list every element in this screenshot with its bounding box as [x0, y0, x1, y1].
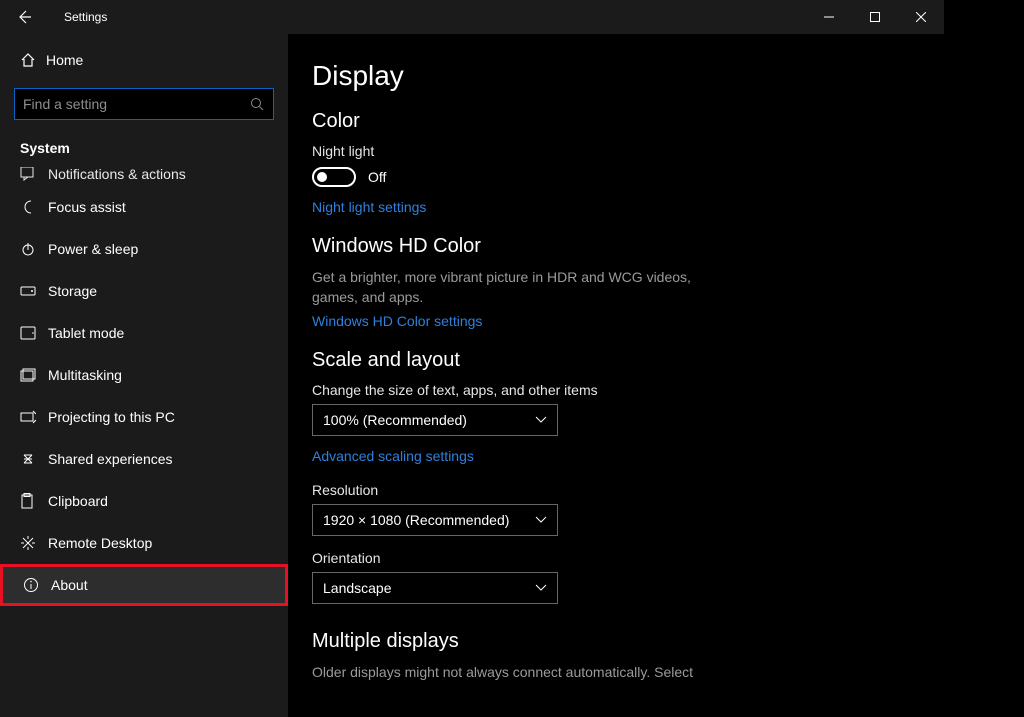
shared-icon: [20, 451, 48, 467]
notifications-icon: [20, 167, 48, 181]
sidebar-item-label: Notifications & actions: [48, 166, 186, 182]
arrow-left-icon: [16, 9, 32, 25]
night-light-settings-link[interactable]: Night light settings: [312, 199, 426, 215]
search-input[interactable]: [14, 88, 274, 120]
search-icon: [250, 97, 264, 111]
chevron-down-icon: [535, 516, 547, 524]
sidebar-item-clipboard[interactable]: Clipboard: [0, 480, 288, 522]
sidebar-item-tablet-mode[interactable]: Tablet mode: [0, 312, 288, 354]
content-area: Display Color Night light Off Night ligh…: [288, 34, 944, 717]
multi-desc: Older displays might not always connect …: [312, 663, 712, 683]
hdcolor-settings-link[interactable]: Windows HD Color settings: [312, 313, 482, 329]
section-multi-heading: Multiple displays: [312, 630, 920, 653]
section-scale-heading: Scale and layout: [312, 349, 920, 372]
sidebar-item-label: Remote Desktop: [48, 535, 152, 551]
text-size-select[interactable]: 100% (Recommended): [312, 404, 558, 436]
sidebar-item-label: Tablet mode: [48, 325, 124, 341]
sidebar-item-label: Storage: [48, 283, 97, 299]
text-size-value: 100% (Recommended): [323, 412, 467, 428]
maximize-button[interactable]: [852, 0, 898, 34]
toggle-knob: [317, 172, 327, 182]
sidebar: Home System Notifications & actions: [0, 34, 288, 717]
sidebar-item-storage[interactable]: Storage: [0, 270, 288, 312]
window-title: Settings: [50, 10, 107, 24]
clipboard-icon: [20, 493, 48, 509]
titlebar: Settings: [0, 0, 944, 34]
maximize-icon: [870, 12, 880, 22]
orientation-label: Orientation: [312, 550, 920, 566]
night-light-label: Night light: [312, 143, 920, 159]
sidebar-item-shared-experiences[interactable]: Shared experiences: [0, 438, 288, 480]
sidebar-item-notifications[interactable]: Notifications & actions: [0, 162, 288, 186]
close-button[interactable]: [898, 0, 944, 34]
multitasking-icon: [20, 368, 48, 382]
section-color-heading: Color: [312, 110, 920, 133]
sidebar-item-about[interactable]: About: [0, 564, 288, 606]
sidebar-category-label: System: [0, 124, 288, 162]
resolution-value: 1920 × 1080 (Recommended): [323, 512, 509, 528]
sidebar-item-remote-desktop[interactable]: Remote Desktop: [0, 522, 288, 564]
chevron-down-icon: [535, 416, 547, 424]
storage-icon: [20, 286, 48, 296]
sidebar-item-multitasking[interactable]: Multitasking: [0, 354, 288, 396]
home-label: Home: [46, 52, 83, 68]
settings-window: Settings Home: [0, 0, 944, 717]
remote-desktop-icon: [20, 535, 48, 551]
home-icon: [20, 52, 46, 68]
power-icon: [20, 241, 48, 257]
resolution-label: Resolution: [312, 482, 920, 498]
tablet-icon: [20, 326, 48, 340]
minimize-button[interactable]: [806, 0, 852, 34]
section-hdcolor-heading: Windows HD Color: [312, 235, 920, 258]
sidebar-item-label: Focus assist: [48, 199, 126, 215]
night-light-toggle[interactable]: [312, 167, 356, 187]
sidebar-nav: Notifications & actions Focus assist Pow…: [0, 162, 288, 717]
moon-icon: [20, 199, 48, 215]
close-icon: [916, 12, 926, 22]
chevron-down-icon: [535, 584, 547, 592]
advanced-scaling-link[interactable]: Advanced scaling settings: [312, 448, 474, 464]
orientation-select[interactable]: Landscape: [312, 572, 558, 604]
night-light-state: Off: [368, 169, 386, 185]
resolution-select[interactable]: 1920 × 1080 (Recommended): [312, 504, 558, 536]
sidebar-item-label: Multitasking: [48, 367, 122, 383]
back-button[interactable]: [14, 7, 34, 27]
hdcolor-desc: Get a brighter, more vibrant picture in …: [312, 268, 712, 307]
page-title: Display: [312, 60, 920, 92]
sidebar-item-label: About: [51, 577, 88, 593]
sidebar-item-label: Shared experiences: [48, 451, 173, 467]
minimize-icon: [824, 12, 834, 22]
projecting-icon: [20, 410, 48, 424]
sidebar-item-projecting[interactable]: Projecting to this PC: [0, 396, 288, 438]
sidebar-item-label: Projecting to this PC: [48, 409, 175, 425]
sidebar-item-focus-assist[interactable]: Focus assist: [0, 186, 288, 228]
sidebar-item-home[interactable]: Home: [0, 40, 288, 80]
info-icon: [23, 577, 51, 593]
text-size-label: Change the size of text, apps, and other…: [312, 382, 920, 398]
sidebar-item-label: Power & sleep: [48, 241, 138, 257]
orientation-value: Landscape: [323, 580, 392, 596]
sidebar-item-power-sleep[interactable]: Power & sleep: [0, 228, 288, 270]
sidebar-item-label: Clipboard: [48, 493, 108, 509]
